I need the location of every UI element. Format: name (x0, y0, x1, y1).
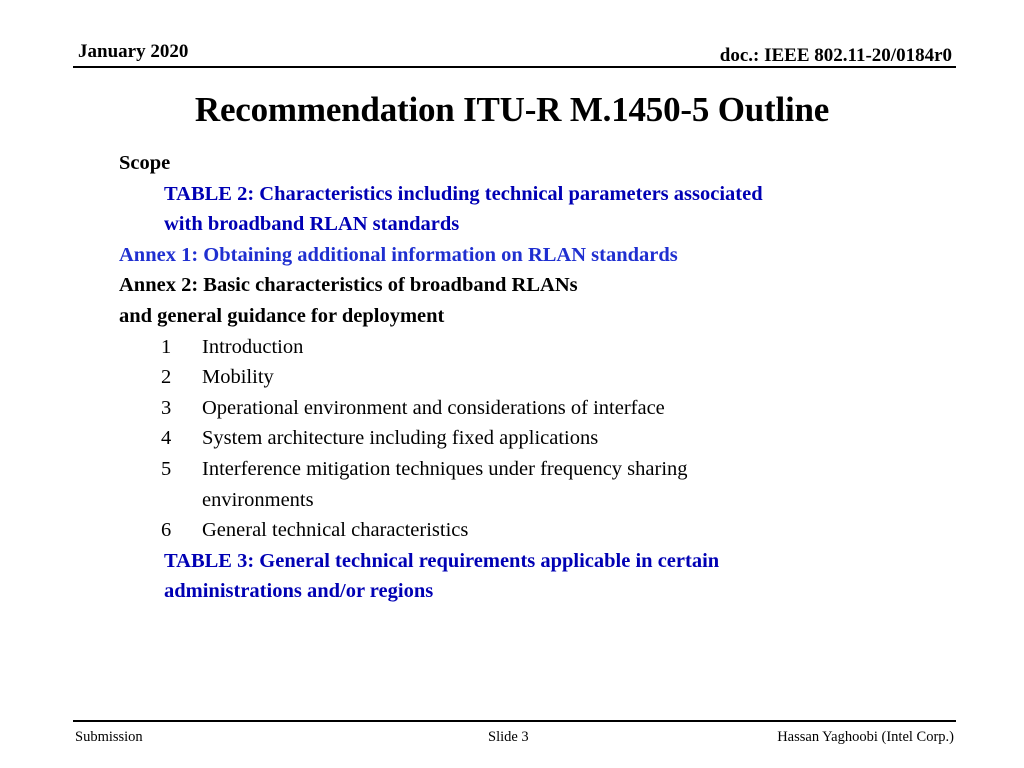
section-number: 3 (161, 396, 172, 419)
outline-table3-line2: administrations and/or regions (164, 580, 434, 603)
section-text: Mobility (202, 366, 274, 389)
header-doc-id: doc.: IEEE 802.11-20/0184r0 (719, 45, 952, 66)
outline-body: Scope TABLE 2: Characteristics including… (119, 148, 979, 607)
outline-scope: Scope (119, 152, 171, 174)
section-number: 4 (161, 427, 172, 450)
header-divider (73, 66, 956, 68)
section-number: 1 (161, 335, 172, 358)
outline-annex1: Annex 1: Obtaining additional informatio… (119, 243, 678, 266)
section-text-continuation: environments (202, 488, 314, 511)
slide-title: Recommendation ITU-R M.1450-5 Outline (194, 90, 830, 129)
section-item: 2 Mobility (119, 362, 979, 393)
footer-divider (73, 720, 956, 722)
section-number: 6 (161, 519, 172, 542)
section-item: 6 General technical characteristics (119, 515, 979, 546)
section-text: General technical characteristics (202, 519, 469, 542)
header-date: January 2020 (78, 41, 189, 62)
outline-annex2-line1: Annex 2: Basic characteristics of broadb… (119, 274, 578, 297)
section-number: 5 (161, 457, 172, 480)
outline-table2-line2: with broadband RLAN standards (164, 213, 460, 236)
footer-slide-number: Slide 3 (488, 729, 529, 745)
section-item: 3 Operational environment and considerat… (119, 393, 979, 424)
section-item: 1 Introduction (119, 332, 979, 363)
section-item: 5 Interference mitigation techniques und… (119, 454, 979, 485)
section-text: Operational environment and consideratio… (202, 396, 665, 419)
section-item: 4 System architecture including fixed ap… (119, 423, 979, 454)
footer-submission: Submission (75, 729, 143, 745)
footer-author: Hassan Yaghoobi (Intel Corp.) (777, 729, 954, 745)
outline-table3-line1: TABLE 3: General technical requirements … (164, 549, 720, 572)
section-number: 2 (161, 366, 172, 389)
section-text: System architecture including fixed appl… (202, 427, 599, 450)
outline-annex2-line2: and general guidance for deployment (119, 304, 445, 327)
section-text: Introduction (202, 335, 304, 358)
section-text: Interference mitigation techniques under… (202, 457, 688, 480)
outline-table2-line1: TABLE 2: Characteristics including techn… (164, 182, 763, 205)
